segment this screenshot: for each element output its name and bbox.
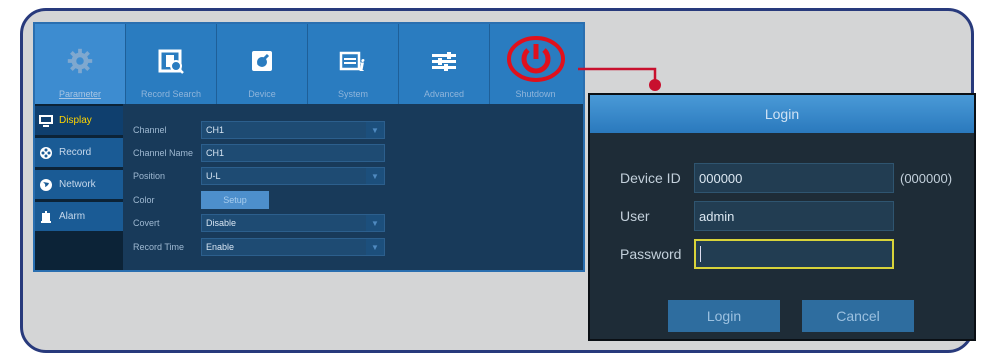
device-id-input[interactable]: 000000 bbox=[694, 163, 894, 193]
tab-system[interactable]: i System bbox=[308, 24, 399, 104]
cancel-button[interactable]: Cancel bbox=[802, 300, 914, 332]
user-value: admin bbox=[699, 208, 735, 224]
color-row: Color Setup bbox=[123, 190, 269, 210]
record-time-select[interactable]: Enable ▼ bbox=[201, 238, 385, 256]
channel-label: Channel bbox=[133, 125, 167, 135]
tab-label: Device bbox=[248, 89, 276, 99]
user-input[interactable]: admin bbox=[694, 201, 894, 231]
system-info-icon: i bbox=[338, 46, 368, 76]
password-label: Password bbox=[620, 246, 682, 262]
tab-parameter[interactable]: Parameter bbox=[35, 24, 126, 104]
film-search-icon bbox=[156, 46, 186, 76]
login-dialog: Login Device ID 000000 (000000) User adm… bbox=[588, 93, 976, 341]
tab-device[interactable]: Device bbox=[217, 24, 308, 104]
position-label: Position bbox=[133, 171, 166, 181]
svg-text:i: i bbox=[359, 56, 365, 75]
channel-row: Channel CH1 ▼ bbox=[123, 120, 385, 140]
covert-row: Covert Disable ▼ bbox=[123, 213, 385, 233]
covert-select[interactable]: Disable ▼ bbox=[201, 214, 385, 232]
chevron-down-icon: ▼ bbox=[366, 215, 384, 231]
tab-label: Shutdown bbox=[515, 89, 556, 99]
sidebar-item-network[interactable]: Network bbox=[35, 170, 123, 200]
sidebar-item-label: Alarm bbox=[59, 211, 86, 222]
text-cursor bbox=[700, 246, 701, 262]
record-time-value: Enable bbox=[206, 242, 235, 252]
color-setup-button[interactable]: Setup bbox=[201, 191, 269, 209]
user-label: User bbox=[620, 208, 650, 224]
sidebar-item-display[interactable]: Display bbox=[35, 106, 123, 136]
callout-connector bbox=[578, 67, 661, 91]
record-time-row: Record Time Enable ▼ bbox=[123, 237, 385, 257]
channel-name-row: Channel Name CH1 bbox=[123, 143, 385, 163]
covert-label: Covert bbox=[133, 218, 160, 228]
tab-record-search[interactable]: Record Search bbox=[126, 24, 217, 104]
chevron-down-icon: ▼ bbox=[366, 168, 384, 184]
password-row: Password bbox=[590, 239, 894, 269]
device-id-label: Device ID bbox=[620, 170, 681, 186]
globe-icon bbox=[39, 178, 53, 191]
login-title: Login bbox=[590, 95, 974, 133]
sidebar-item-record[interactable]: Record bbox=[35, 138, 123, 168]
position-value: U-L bbox=[206, 171, 221, 181]
tab-label: Record Search bbox=[140, 89, 202, 99]
sidebar-item-label: Record bbox=[59, 147, 92, 158]
chevron-down-icon: ▼ bbox=[366, 239, 384, 255]
user-row: User admin bbox=[590, 201, 894, 231]
channel-value: CH1 bbox=[206, 125, 225, 135]
alarm-icon bbox=[39, 210, 53, 223]
device-id-row: Device ID 000000 (000000) bbox=[590, 163, 952, 193]
sliders-icon bbox=[429, 46, 459, 76]
device-icon bbox=[247, 46, 277, 76]
film-reel-icon bbox=[39, 146, 53, 159]
position-row: Position U-L ▼ bbox=[123, 166, 385, 186]
gear-icon bbox=[65, 46, 95, 76]
tab-label: Advanced bbox=[423, 89, 465, 99]
dvr-main-menu: Parameter Record Search Device i System … bbox=[33, 22, 585, 272]
device-id-hint: (000000) bbox=[900, 170, 953, 186]
device-id-value: 000000 bbox=[699, 170, 743, 186]
channel-select[interactable]: CH1 ▼ bbox=[201, 121, 385, 139]
tab-label: System bbox=[337, 89, 368, 99]
display-settings-panel: Channel CH1 ▼ Channel Name CH1 Position … bbox=[123, 104, 583, 270]
sidebar-item-label: Network bbox=[59, 179, 96, 190]
tab-advanced[interactable]: Advanced bbox=[399, 24, 490, 104]
channel-name-input[interactable]: CH1 bbox=[201, 144, 385, 162]
channel-name-label: Channel Name bbox=[133, 148, 194, 158]
record-time-label: Record Time bbox=[133, 242, 185, 252]
channel-name-value: CH1 bbox=[206, 148, 225, 158]
sidebar-item-label: Display bbox=[59, 115, 92, 126]
tab-shutdown[interactable]: Shutdown bbox=[490, 24, 581, 104]
settings-sidebar: Display Record Network Alarm bbox=[35, 104, 123, 270]
sidebar-item-alarm[interactable]: Alarm bbox=[35, 202, 123, 232]
tab-label: Parameter bbox=[58, 89, 102, 99]
chevron-down-icon: ▼ bbox=[366, 122, 384, 138]
position-select[interactable]: U-L ▼ bbox=[201, 167, 385, 185]
password-input[interactable] bbox=[694, 239, 894, 269]
monitor-icon bbox=[39, 114, 53, 127]
color-label: Color bbox=[133, 195, 155, 205]
power-icon bbox=[506, 36, 565, 82]
covert-value: Disable bbox=[206, 218, 237, 228]
login-button[interactable]: Login bbox=[668, 300, 780, 332]
top-tab-bar: Parameter Record Search Device i System … bbox=[35, 24, 583, 104]
